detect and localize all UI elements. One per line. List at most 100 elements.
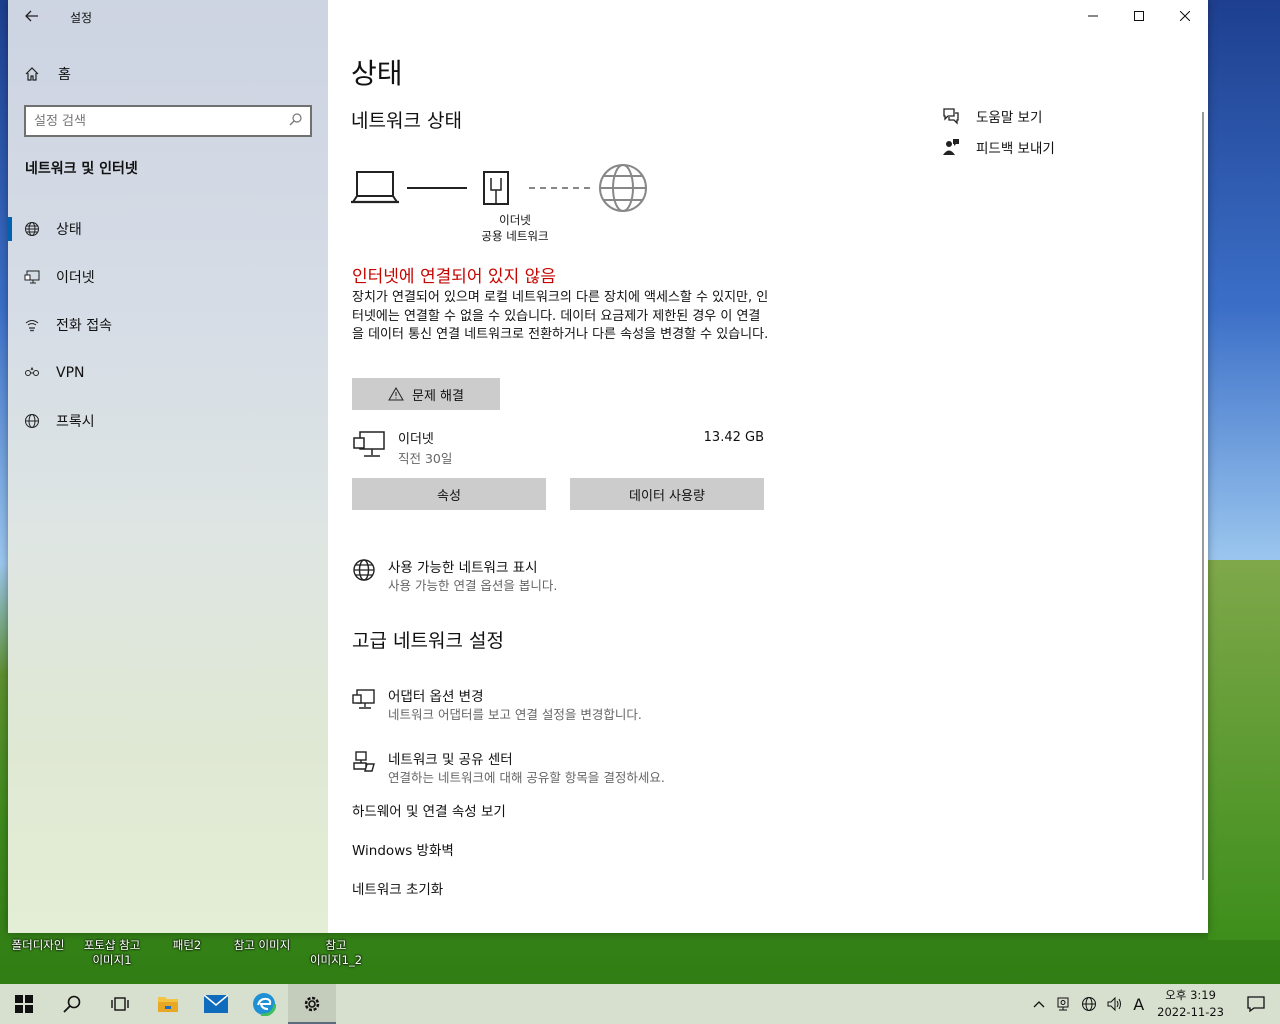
settings-window: 설정 홈 네트워크 및 인터넷 상태 이더넷 — [8, 0, 1208, 933]
minimize-button[interactable] — [1070, 0, 1116, 32]
window-controls — [1070, 0, 1208, 32]
home-nav-item[interactable]: 홈 — [24, 62, 71, 86]
desktop-icon-label: 패턴2 — [172, 938, 202, 952]
show-networks-title: 사용 가능한 네트워크 표시 — [388, 560, 538, 576]
troubleshoot-button[interactable]: 문제 해결 — [352, 378, 500, 410]
search-box[interactable] — [24, 105, 312, 137]
hardware-properties-link[interactable]: 하드웨어 및 연결 속성 보기 — [352, 800, 506, 820]
ethernet-name: 이더넷 — [398, 432, 434, 447]
camera-icon — [1057, 997, 1069, 1011]
network-tray-button[interactable] — [1076, 984, 1102, 1024]
taskbar: A 오후 3:19 2022-11-23 — [0, 984, 1280, 1024]
desktop-icon-label: 폴더디자인 — [11, 938, 65, 952]
network-status-title: 네트워크 상태 — [351, 110, 462, 132]
clock-date: 2022-11-23 — [1157, 1005, 1224, 1019]
troubleshoot-label: 문제 해결 — [412, 388, 464, 404]
speaker-icon — [1107, 996, 1122, 1012]
ethernet-period: 직전 30일 — [398, 451, 453, 466]
vpn-icon — [24, 365, 40, 381]
show-hidden-icons-button[interactable] — [1028, 984, 1050, 1024]
back-button[interactable] — [20, 6, 44, 26]
search-icon[interactable] — [289, 112, 302, 130]
sharing-center-desc: 연결하는 네트워크에 대해 공유할 항목을 결정하세요. — [388, 770, 665, 785]
titlebar: 설정 — [8, 0, 328, 32]
dialup-icon — [24, 317, 40, 333]
sidebar-item-proxy[interactable]: 프록시 — [8, 397, 328, 445]
windows-firewall-link[interactable]: Windows 방화벽 — [352, 839, 454, 859]
gear-icon — [304, 996, 320, 1012]
adapter-options-link[interactable]: 어댑터 옵션 변경 네트워크 어댑터를 보고 연결 설정을 변경합니다. — [352, 685, 852, 725]
ethernet-data-size: 13.42 GB — [703, 430, 764, 445]
home-label: 홈 — [58, 67, 71, 83]
scrollbar[interactable] — [1202, 112, 1204, 880]
desktop-icon-label-line2: 이미지1_2 — [309, 953, 363, 967]
sidebar-item-dialup[interactable]: 전화 접속 — [8, 301, 328, 349]
file-explorer-button[interactable] — [144, 984, 192, 1024]
advanced-settings-title: 고급 네트워크 설정 — [352, 630, 504, 652]
laptop-icon — [351, 171, 399, 204]
show-networks-desc: 사용 가능한 연결 옵션을 봅니다. — [388, 578, 558, 593]
edge-icon — [252, 992, 276, 1016]
diagram-label: 이더넷 공용 네트워크 — [455, 212, 575, 244]
close-icon — [1180, 11, 1190, 21]
search-input[interactable] — [34, 113, 289, 129]
ethernet-icon — [353, 431, 385, 457]
sidebar-item-status[interactable]: 상태 — [8, 205, 328, 253]
help-chat-icon — [942, 107, 960, 125]
desktop-icon-label-line2: 이미지1 — [92, 953, 132, 967]
sidebar-item-label: 이더넷 — [56, 270, 95, 286]
clock[interactable]: 오후 3:19 2022-11-23 — [1149, 984, 1232, 1024]
windows-logo-icon — [15, 995, 33, 1013]
network-diagram: 이더넷 공용 네트워크 — [351, 160, 671, 260]
folder-icon — [158, 997, 178, 1012]
mail-button[interactable] — [192, 984, 240, 1024]
ethernet-port-icon — [483, 171, 509, 205]
ethernet-usage-row: 이더넷 직전 30일 13.42 GB — [352, 426, 764, 470]
task-view-button[interactable] — [96, 984, 144, 1024]
desktop-icon-ref-image[interactable]: 참고 이미지 — [224, 938, 300, 953]
start-button[interactable] — [0, 984, 48, 1024]
sidebar-item-vpn[interactable]: VPN — [8, 349, 328, 397]
desktop-icon-folder-design[interactable]: 폴더디자인 — [6, 938, 70, 953]
maximize-icon — [1134, 11, 1144, 21]
desktop-icon-pattern2[interactable]: 패턴2 — [160, 938, 214, 953]
sidebar: 설정 홈 네트워크 및 인터넷 상태 이더넷 — [8, 0, 328, 933]
send-feedback-link[interactable]: 피드백 보내기 — [942, 131, 1055, 162]
notifications-button[interactable] — [1232, 984, 1280, 1024]
desktop-wallpaper — [1208, 560, 1280, 940]
input-method-button[interactable]: A — [1128, 984, 1149, 1024]
settings-taskbar-button[interactable] — [288, 984, 336, 1024]
sidebar-item-label: 전화 접속 — [56, 318, 112, 334]
show-networks-link[interactable]: 사용 가능한 네트워크 표시 사용 가능한 연결 옵션을 봅니다. — [352, 556, 852, 596]
get-help-link[interactable]: 도움말 보기 — [942, 100, 1055, 131]
mail-icon — [204, 995, 228, 1013]
notification-icon — [1247, 996, 1265, 1012]
globe-icon — [1082, 997, 1097, 1011]
sharing-center-link[interactable]: 네트워크 및 공유 센터 연결하는 네트워크에 대해 공유할 항목을 결정하세요… — [352, 748, 852, 788]
sidebar-item-ethernet[interactable]: 이더넷 — [8, 253, 328, 301]
maximize-button[interactable] — [1116, 0, 1162, 32]
volume-button[interactable] — [1102, 984, 1128, 1024]
taskbar-search-button[interactable] — [48, 984, 96, 1024]
properties-button[interactable]: 속성 — [352, 478, 546, 510]
data-usage-button[interactable]: 데이터 사용량 — [570, 478, 764, 510]
feedback-label: 피드백 보내기 — [976, 140, 1055, 157]
close-button[interactable] — [1162, 0, 1208, 32]
globe-icon — [24, 221, 40, 237]
desktop-icon-ref-image-1-2[interactable]: 참고 이미지1_2 — [304, 938, 368, 968]
adapter-icon — [352, 689, 375, 709]
meet-now-button[interactable] — [1050, 984, 1076, 1024]
edge-browser-button[interactable] — [240, 984, 288, 1024]
home-icon — [25, 67, 39, 81]
desktop-icon-label: 참고 — [325, 938, 347, 952]
adapter-options-title: 어댑터 옵션 변경 — [388, 689, 484, 705]
diagram-label-line1: 이더넷 — [499, 213, 531, 227]
back-arrow-icon — [25, 10, 38, 22]
help-area: 도움말 보기 피드백 보내기 — [942, 100, 1055, 162]
network-reset-link[interactable]: 네트워크 초기화 — [352, 878, 443, 898]
network-globe-icon — [353, 559, 375, 581]
sidebar-item-label: 프록시 — [56, 414, 95, 430]
clock-time: 오후 3:19 — [1165, 988, 1216, 1002]
desktop-icon-photoshop-ref[interactable]: 포토샵 참고 이미지1 — [76, 938, 148, 968]
help-label: 도움말 보기 — [976, 109, 1043, 126]
